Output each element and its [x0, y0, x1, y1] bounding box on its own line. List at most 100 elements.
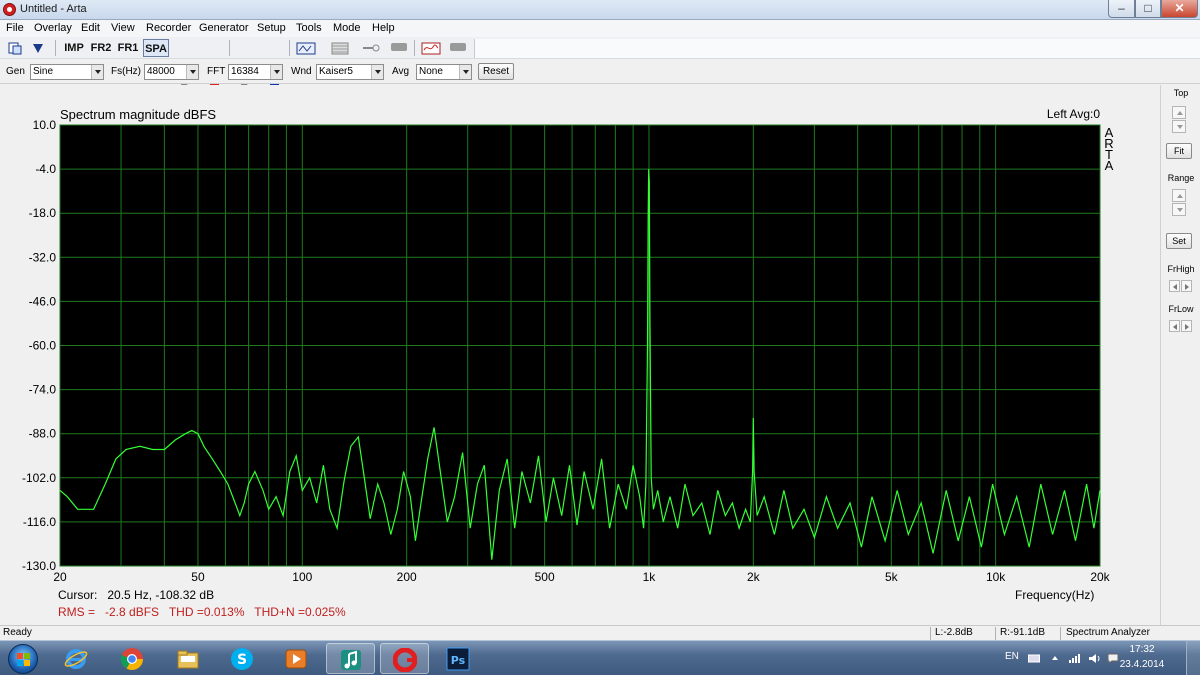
y-tick-label: -4.0: [35, 162, 56, 176]
menu-recorder[interactable]: Recorder: [146, 22, 191, 34]
fft-size-select[interactable]: 16384: [228, 64, 283, 80]
averaging-select[interactable]: None: [416, 64, 472, 80]
x-axis-label: Frequency(Hz): [1015, 588, 1095, 602]
generator-settings-icon[interactable]: [296, 39, 316, 57]
x-tick-label: 2k: [747, 570, 761, 584]
impulse-mode-button[interactable]: IMP: [62, 39, 86, 57]
chrome-icon: [120, 648, 143, 670]
svg-text:Ps: Ps: [451, 654, 466, 667]
network-icon[interactable]: [1068, 653, 1082, 663]
taskbar-arta[interactable]: [380, 643, 429, 674]
range-down-spinner[interactable]: [1172, 203, 1186, 216]
menu-overlay[interactable]: Overlay: [34, 22, 72, 34]
windows-taskbar: S Ps EN 17:32 23.4.2014: [0, 640, 1200, 675]
clock-date[interactable]: 23.4.2014: [1118, 659, 1166, 670]
right-level: R:-91.1dB: [1000, 627, 1046, 638]
frhigh-right-arrow[interactable]: [1181, 280, 1192, 292]
toolbar-info-field: [474, 39, 1200, 58]
new-file-icon[interactable]: [7, 39, 23, 57]
channel-info: Left Avg:0: [1046, 107, 1100, 121]
menu-view[interactable]: View: [111, 22, 135, 34]
y-tick-label: -18.0: [29, 206, 57, 220]
grid-icon[interactable]: [331, 39, 349, 57]
menu-mode[interactable]: Mode: [333, 22, 361, 34]
x-tick-label: 100: [292, 570, 312, 584]
fr1-mode-button[interactable]: FR1: [116, 39, 140, 57]
open-file-icon[interactable]: [30, 39, 46, 57]
fr2-mode-button[interactable]: FR2: [89, 39, 113, 57]
taskbar-media-player[interactable]: [272, 643, 321, 674]
chevron-down-icon: [371, 65, 383, 79]
top-up-spinner[interactable]: [1172, 106, 1186, 119]
window-function-select[interactable]: Kaiser5: [316, 64, 384, 80]
y-tick-label: -102.0: [22, 471, 56, 485]
x-tick-label: 20: [53, 570, 67, 584]
taskbar-file-explorer[interactable]: [164, 643, 213, 674]
chevron-down-icon: [459, 65, 471, 79]
menu-edit[interactable]: Edit: [81, 22, 100, 34]
probe-icon[interactable]: [361, 39, 381, 57]
y-tick-label: -116.0: [23, 515, 56, 529]
title-bar: Untitled - Arta – □ ✕: [0, 0, 1200, 20]
internet-explorer-icon: [64, 649, 88, 669]
spectrum-chart[interactable]: 10.0 -4.0 -18.0 -32.0 -46.0 -60.0 -74.0 -88.0 -1…: [0, 85, 1160, 625]
frlow-right-arrow[interactable]: [1181, 320, 1192, 332]
taskbar-music-app[interactable]: [326, 643, 375, 674]
toolbar-separator: [289, 40, 290, 56]
x-tick-label: 500: [535, 570, 555, 584]
avg-label: Avg: [392, 66, 410, 77]
taskbar-photoshop[interactable]: Ps: [434, 643, 483, 674]
x-tick-label: 50: [191, 570, 205, 584]
frlow-left-arrow[interactable]: [1169, 320, 1180, 332]
taskbar-skype[interactable]: S: [218, 643, 267, 674]
photoshop-icon: Ps: [446, 647, 470, 671]
music-app-icon: [341, 650, 361, 670]
toolbar: IMP FR2 FR1 SPA: [0, 37, 1200, 88]
status-text: Ready: [3, 627, 32, 638]
taskbar-internet-explorer[interactable]: [52, 643, 101, 674]
fft-label: FFT: [207, 66, 226, 77]
x-tick-label: 5k: [885, 570, 899, 584]
fit-button[interactable]: Fit: [1166, 143, 1192, 159]
menu-help[interactable]: Help: [372, 22, 395, 34]
oscilloscope-icon[interactable]: [421, 39, 441, 57]
menu-setup[interactable]: Setup: [257, 22, 286, 34]
y-tick-label: -46.0: [29, 294, 57, 308]
menu-generator[interactable]: Generator: [199, 22, 249, 34]
reset-button[interactable]: Reset: [478, 63, 514, 80]
window-title: Untitled - Arta: [20, 3, 87, 15]
taskbar-chrome[interactable]: [108, 643, 157, 674]
menu-file[interactable]: File: [6, 22, 24, 34]
chevron-down-icon: [186, 65, 198, 79]
x-tick-label: 10k: [986, 570, 1006, 584]
status-bar: Ready L:-2.8dB R:-91.1dB Spectrum Analyz…: [0, 625, 1200, 640]
arta-app-icon[interactable]: [3, 3, 16, 16]
set-button[interactable]: Set: [1166, 233, 1192, 249]
status-separator: [930, 627, 931, 640]
calibration-icon[interactable]: [391, 43, 407, 51]
spa-mode-button[interactable]: SPA: [143, 39, 169, 57]
frhigh-left-arrow[interactable]: [1169, 280, 1180, 292]
flag-red: [17, 653, 23, 659]
close-button[interactable]: ✕: [1161, 0, 1198, 18]
y-tick-label: -88.0: [29, 427, 57, 441]
show-desktop-button[interactable]: [1186, 641, 1200, 675]
generator-select[interactable]: Sine: [30, 64, 104, 80]
maximize-button[interactable]: □: [1135, 0, 1161, 18]
language-indicator[interactable]: EN: [1005, 651, 1019, 662]
toolbar-separator: [414, 40, 415, 56]
y-tick-label: -74.0: [29, 383, 57, 397]
keyboard-icon[interactable]: [1028, 653, 1040, 663]
clock-time[interactable]: 17:32: [1122, 644, 1162, 655]
flag-green: [24, 653, 30, 659]
tray-expand-icon[interactable]: [1050, 653, 1060, 663]
range-up-spinner[interactable]: [1172, 189, 1186, 202]
sample-rate-select[interactable]: 48000: [144, 64, 199, 80]
monitor-icon[interactable]: [450, 43, 466, 51]
minimize-button[interactable]: –: [1108, 0, 1135, 18]
top-down-spinner[interactable]: [1172, 120, 1186, 133]
volume-icon[interactable]: [1088, 653, 1102, 664]
menu-tools[interactable]: Tools: [296, 22, 322, 34]
start-button[interactable]: [4, 642, 44, 675]
chevron-down-icon: [91, 65, 103, 79]
